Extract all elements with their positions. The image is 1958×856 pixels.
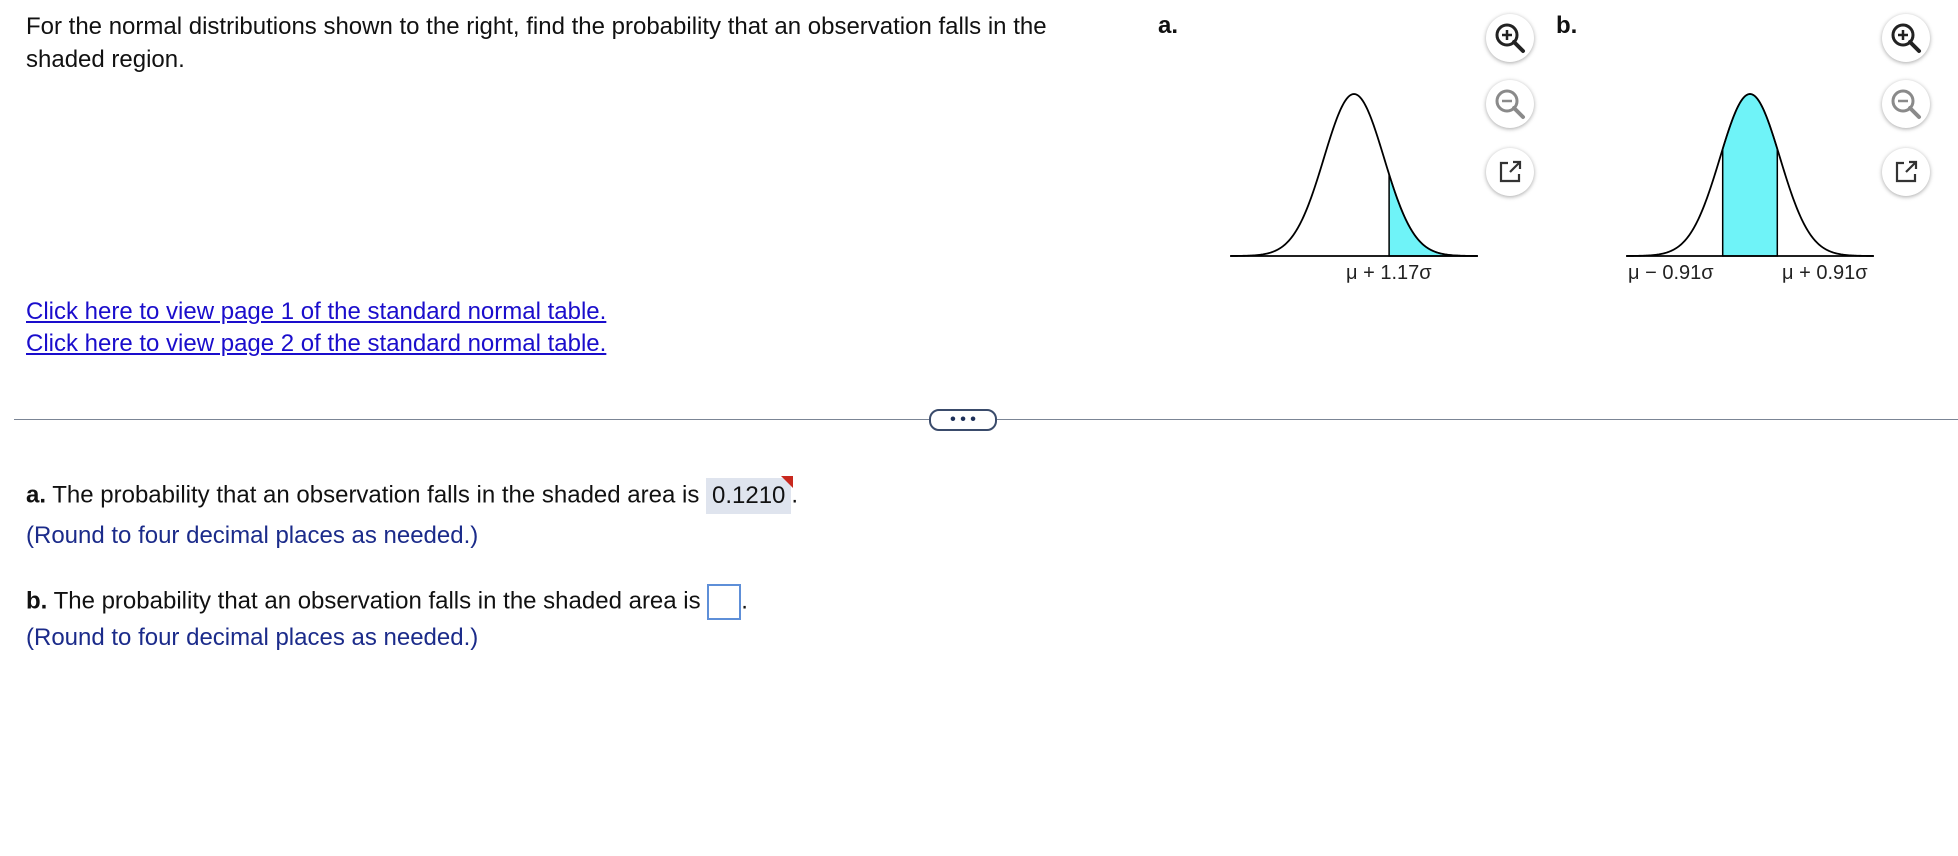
figure-b-tick-label-left: μ − 0.91σ [1628, 262, 1714, 284]
answer-b-hint: (Round to four decimal places as needed.… [26, 624, 479, 651]
zoom-out-icon [1495, 89, 1525, 119]
answer-b-input[interactable] [707, 584, 742, 620]
figure-b-shaded-region [1721, 93, 1779, 257]
figure-a-shaded-region [1388, 174, 1478, 257]
answer-b-label: b. [26, 587, 48, 615]
figure-a-normal-curve [1230, 93, 1478, 257]
figure-b-popout-button[interactable] [1882, 148, 1930, 196]
zoom-in-icon [1891, 23, 1921, 53]
figure-b-normal-curve [1626, 93, 1874, 257]
figure-a-label: a. [1158, 12, 1179, 39]
answer-b-suffix: . [741, 587, 748, 615]
figure-b-tick-label-right: μ + 0.91σ [1782, 262, 1868, 284]
answer-a-label: a. [26, 481, 47, 509]
answer-b-row: b. The probability that an observation f… [26, 584, 748, 620]
answer-b-text: The probability that an observation fall… [53, 587, 701, 615]
figure-b-zoom-out-button[interactable] [1882, 80, 1930, 128]
answer-a-input[interactable]: 0.1210 [705, 476, 794, 514]
expand-more-button[interactable]: • • • [929, 409, 997, 431]
figure-a-tick-label: μ + 1.17σ [1346, 262, 1432, 284]
normal-table-page-2-link[interactable]: Click here to view page 2 of the standar… [26, 328, 606, 360]
figure-a-popout-button[interactable] [1486, 148, 1534, 196]
answer-a-hint: (Round to four decimal places as needed.… [26, 522, 479, 549]
figure-b-zoom-in-button[interactable] [1882, 14, 1930, 62]
popout-icon [1895, 160, 1918, 183]
figure-b-label: b. [1556, 12, 1578, 39]
answer-a-value: 0.1210 [711, 482, 786, 509]
incorrect-flag-icon [781, 476, 794, 488]
zoom-in-icon [1495, 23, 1525, 53]
popout-icon [1499, 160, 1522, 183]
question-text: For the normal distributions shown to th… [26, 13, 1047, 73]
figure-a-zoom-out-button[interactable] [1486, 80, 1534, 128]
table-links: Click here to view page 1 of the standar… [26, 296, 606, 360]
figure-a-zoom-in-button[interactable] [1486, 14, 1534, 62]
figure-a-curve [1231, 93, 1477, 257]
answer-a-row: a. The probability that an observation f… [26, 476, 798, 514]
normal-table-page-1-link[interactable]: Click here to view page 1 of the standar… [26, 296, 606, 328]
zoom-out-icon [1891, 89, 1921, 119]
answer-a-text: The probability that an observation fall… [52, 481, 700, 509]
